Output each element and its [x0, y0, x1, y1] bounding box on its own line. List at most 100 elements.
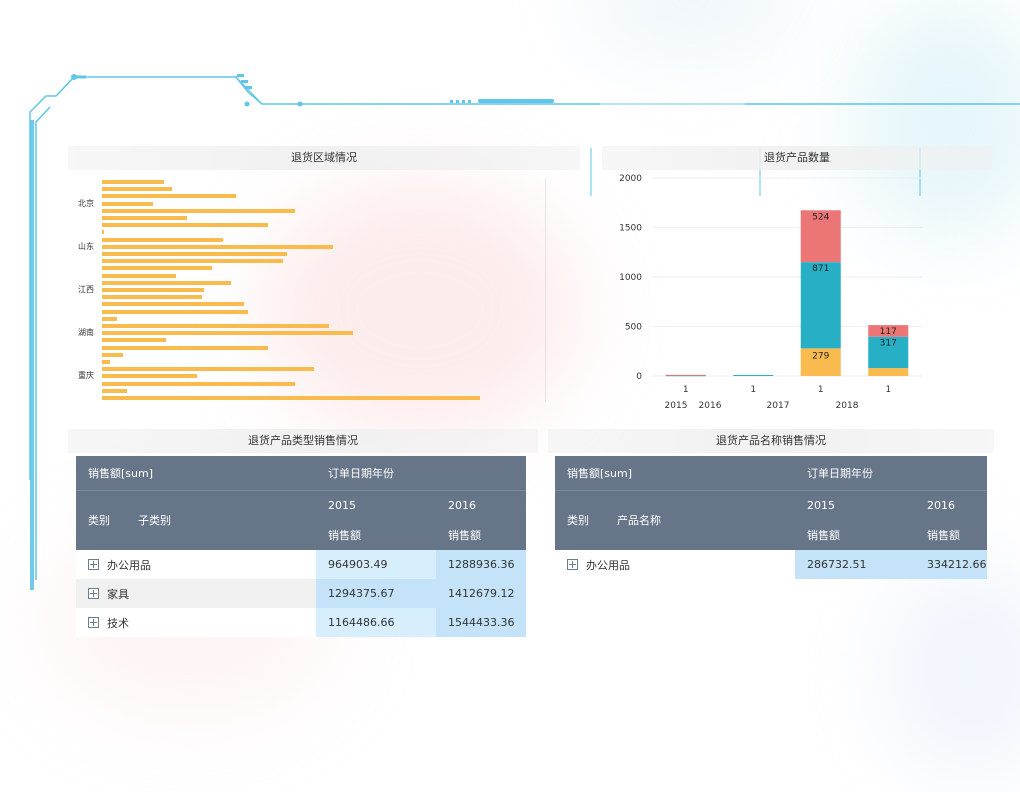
region-bar — [102, 201, 154, 206]
x-tick-label: 1 — [818, 385, 824, 395]
region-bar — [102, 302, 244, 307]
product-count-panel: 退货产品数量 0 500 1000 1500 2000 1 1 279 871 524 1 317 11… — [602, 146, 992, 414]
y-tick-label: 1000 — [619, 273, 642, 283]
value-cell: 1412679.12 — [436, 579, 526, 608]
row-dims-header: 类别 子类别 — [76, 489, 316, 550]
region-bar — [102, 396, 480, 400]
row-dim-category: 类别 — [88, 514, 110, 528]
table-row: 家具 1294375.67 1412679.12 — [76, 579, 526, 608]
stacked-bar-segment — [800, 262, 841, 349]
category-sales-panel-title: 退货产品类型销售情况 — [68, 429, 538, 453]
region-bar — [102, 316, 118, 321]
product-count-panel-title: 退货产品数量 — [602, 146, 992, 170]
region-panel-title: 退货区域情况 — [68, 146, 580, 170]
region-bar — [102, 295, 203, 300]
column-dim-header: 订单日期年份 — [807, 466, 873, 480]
y-tick-label: 0 — [636, 372, 642, 382]
region-bar — [102, 324, 329, 328]
region-bar — [102, 352, 123, 357]
value-label-2016: 销售额 — [448, 529, 481, 542]
data-label: 279 — [812, 351, 829, 361]
y-tick-label: 2000 — [619, 174, 642, 184]
row-label-cell: 技术 — [76, 608, 316, 637]
value-cell: 1288936.36 — [436, 550, 526, 579]
value-cell: 964903.49 — [316, 550, 436, 579]
year-label: 2018 — [836, 401, 859, 411]
value-label-2016: 销售额 — [927, 529, 960, 542]
region-bar — [102, 338, 167, 343]
row-label: 家具 — [107, 587, 129, 601]
region-bar — [102, 266, 212, 271]
value-cell: 286732.51 — [795, 550, 915, 579]
table-row: 办公用品 964903.49 1288936.36 — [76, 550, 526, 579]
value-cell: 1544433.36 — [436, 608, 526, 637]
measure-header: 销售额[sum] — [567, 466, 633, 480]
region-label: 北京 — [78, 198, 94, 208]
region-bar — [102, 252, 288, 256]
category-pivot-table: 销售额[sum] 订单日期年份 类别 子类别 2015 2016 销售额 销售额 … — [76, 456, 526, 637]
data-label: 871 — [812, 264, 829, 274]
name-sales-panel: 退货产品名称销售情况 销售额[sum] 订单日期年份 类别 产品名称 2015 2… — [548, 429, 994, 589]
x-tick-label: 1 — [885, 385, 891, 395]
year-header-2016: 2016 — [915, 489, 987, 520]
row-label-cell: 家具 — [76, 579, 316, 608]
region-bar — [102, 367, 314, 372]
region-label: 山东 — [78, 241, 94, 251]
region-bar — [102, 280, 231, 285]
region-label: 江西 — [78, 285, 94, 294]
row-label: 办公用品 — [107, 558, 151, 572]
row-label: 办公用品 — [586, 558, 630, 572]
expand-icon[interactable] — [88, 588, 99, 599]
region-bar — [102, 180, 165, 184]
year-label: 2016 — [699, 401, 722, 411]
expand-icon[interactable] — [88, 617, 99, 628]
year-label: 2015 — [665, 401, 688, 411]
region-bar — [102, 194, 237, 199]
region-axis-line — [545, 178, 546, 402]
year-header-2016: 2016 — [436, 489, 526, 520]
category-sales-panel: 退货产品类型销售情况 销售额[sum] 订单日期年份 类别 子类别 2015 20… — [68, 429, 538, 641]
x-tick-label: 1 — [750, 385, 756, 395]
data-label: 117 — [880, 327, 897, 337]
region-bar — [102, 237, 223, 242]
year-header-2015: 2015 — [316, 489, 436, 520]
stacked-bar-segment — [665, 374, 706, 376]
row-label: 技术 — [107, 616, 129, 630]
region-bar — [102, 259, 284, 264]
region-bar — [102, 230, 104, 235]
region-bar — [102, 388, 127, 393]
value-cell: 1164486.66 — [316, 608, 436, 637]
x-tick-label: 1 — [683, 385, 689, 395]
row-dim-product-name: 产品名称 — [617, 514, 661, 528]
value-label-2015: 销售额 — [328, 529, 361, 542]
name-pivot-table: 销售额[sum] 订单日期年份 类别 产品名称 2015 2016 销售额 销售额… — [555, 456, 987, 579]
region-bar — [102, 288, 205, 292]
table-row: 办公用品 286732.51 334212.66 — [555, 550, 987, 579]
region-bar — [102, 273, 176, 278]
region-bar-chart: 北京 山东 江西 湖南 重庆 — [68, 178, 580, 402]
column-dim-header: 订单日期年份 — [328, 466, 394, 480]
table-row: 技术 1164486.66 1544433.36 — [76, 608, 526, 637]
region-bar — [102, 309, 248, 314]
row-label-cell: 办公用品 — [555, 550, 795, 579]
region-bar — [102, 381, 295, 386]
region-bar — [102, 187, 172, 192]
row-dim-category: 类别 — [567, 514, 589, 528]
expand-icon[interactable] — [88, 559, 99, 570]
row-dim-subcategory: 子类别 — [138, 514, 171, 528]
y-tick-label: 500 — [625, 323, 642, 333]
region-bar — [102, 345, 269, 350]
stacked-bar-segment — [733, 375, 774, 377]
name-sales-panel-title: 退货产品名称销售情况 — [548, 429, 994, 453]
stacked-bar-segment — [868, 368, 909, 376]
value-cell: 1294375.67 — [316, 579, 436, 608]
region-bar — [102, 360, 110, 364]
region-bar — [102, 223, 269, 228]
year-label: 2017 — [767, 401, 790, 411]
row-dims-header: 类别 产品名称 — [555, 489, 795, 550]
value-cell: 334212.66 — [915, 550, 987, 579]
region-label: 湖南 — [78, 328, 94, 338]
expand-icon[interactable] — [567, 559, 578, 570]
y-tick-label: 1500 — [619, 224, 642, 234]
data-label: 317 — [880, 339, 897, 349]
